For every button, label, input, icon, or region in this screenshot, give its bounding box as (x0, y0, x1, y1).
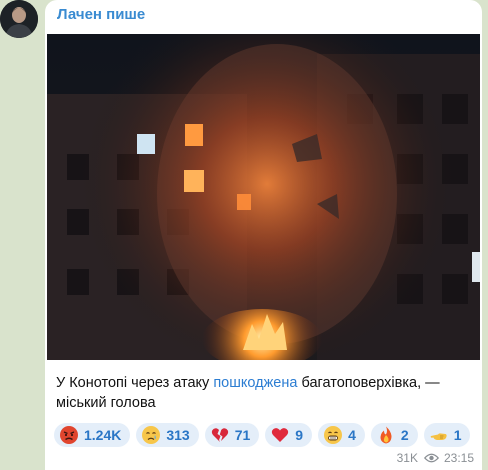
reaction-count: 9 (295, 427, 304, 443)
crying-face-icon (142, 426, 161, 444)
reaction-count: 313 (166, 427, 190, 443)
reaction-heart[interactable]: 9 (265, 423, 313, 447)
grimacing-face-icon (324, 426, 343, 444)
reaction-angry[interactable]: 1.24K (54, 423, 131, 447)
reaction-grimacing[interactable]: 4 (318, 423, 365, 447)
message-bubble: Лачен пише У Конотопі через атаку пошкод… (45, 0, 482, 470)
reaction-count: 2 (400, 427, 409, 443)
reaction-count: 1 (453, 427, 462, 443)
eye-icon (423, 453, 439, 463)
reaction-count: 71 (234, 427, 251, 443)
reactions-bar: 1.24K 313 71 9 4 2 1 (54, 423, 471, 447)
chat-view: Лачен пише У Конотопі через атаку пошкод… (0, 0, 488, 470)
caption-link[interactable]: пошкоджена (213, 375, 297, 391)
caption-text-start: У Конотопі через атаку (56, 375, 214, 391)
red-heart-icon (272, 428, 289, 442)
message-caption: У Конотопі через атаку пошкоджена багато… (56, 373, 471, 413)
pointing-hand-icon (430, 433, 447, 440)
channel-avatar[interactable] (0, 0, 38, 38)
reaction-broken-heart[interactable]: 71 (204, 423, 260, 447)
fire-icon (380, 426, 392, 444)
angry-face-icon (60, 426, 78, 444)
channel-name[interactable]: Лачен пише (57, 6, 145, 23)
reaction-count: 1.24K (84, 427, 122, 443)
message-photo[interactable] (47, 34, 480, 360)
reaction-pointing[interactable]: 1 (423, 423, 471, 447)
message-meta: 31K 23:15 (397, 451, 474, 465)
view-count: 31K (396, 451, 418, 465)
burning-building-photo (47, 34, 480, 360)
reaction-count: 4 (348, 427, 356, 443)
message-time: 23:15 (443, 451, 474, 465)
broken-heart-icon (211, 428, 228, 442)
reaction-fire[interactable]: 2 (370, 423, 418, 447)
reaction-crying[interactable]: 313 (136, 423, 199, 447)
avatar-portrait-icon (0, 0, 38, 38)
